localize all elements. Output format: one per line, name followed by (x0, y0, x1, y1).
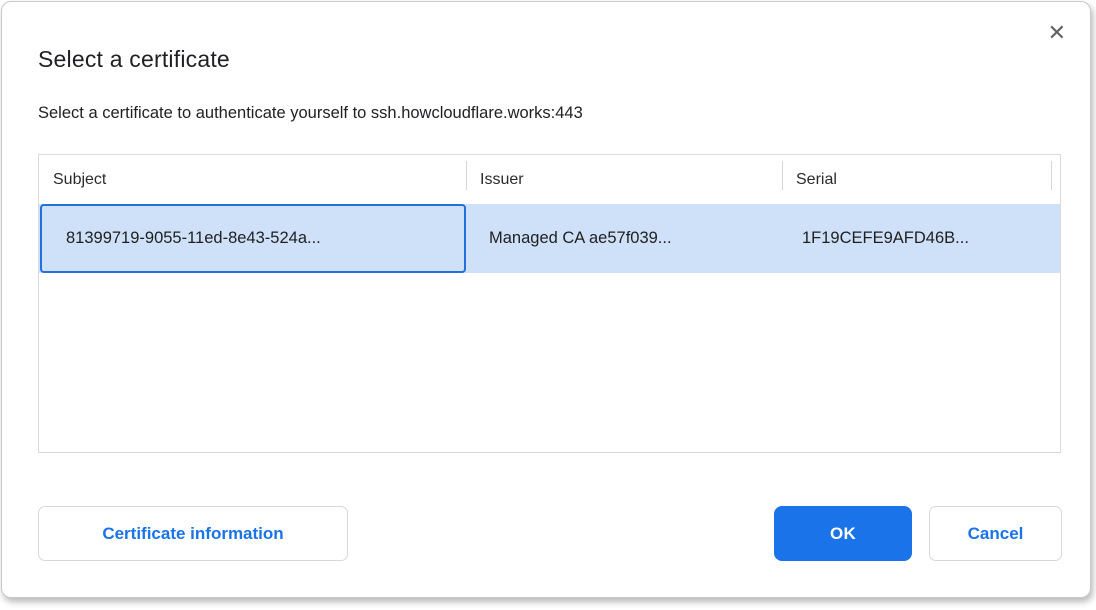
close-icon[interactable]: ✕ (1048, 22, 1066, 44)
certificate-table: Subject Issuer Serial 81399719-9055-11ed… (38, 154, 1061, 453)
ok-button[interactable]: OK (774, 506, 912, 561)
column-header-serial: Serial (782, 155, 1060, 204)
dialog-title: Select a certificate (38, 46, 230, 73)
dialog-subtitle: Select a certificate to authenticate you… (38, 104, 583, 123)
certificate-information-button[interactable]: Certificate information (38, 506, 348, 561)
cancel-button[interactable]: Cancel (929, 506, 1062, 561)
column-divider (1051, 161, 1052, 190)
column-header-subject: Subject (39, 155, 466, 204)
cell-subject[interactable]: 81399719-9055-11ed-8e43-524a... (40, 204, 466, 273)
column-header-issuer: Issuer (466, 155, 782, 204)
certificate-row-selected[interactable]: 81399719-9055-11ed-8e43-524a... Managed … (39, 204, 1060, 273)
certificate-select-dialog: ✕ Select a certificate Select a certific… (1, 1, 1091, 598)
cell-serial[interactable]: 1F19CEFE9AFD46B... (782, 204, 1060, 273)
cell-issuer[interactable]: Managed CA ae57f039... (466, 204, 782, 273)
table-header-row: Subject Issuer Serial (39, 155, 1060, 204)
